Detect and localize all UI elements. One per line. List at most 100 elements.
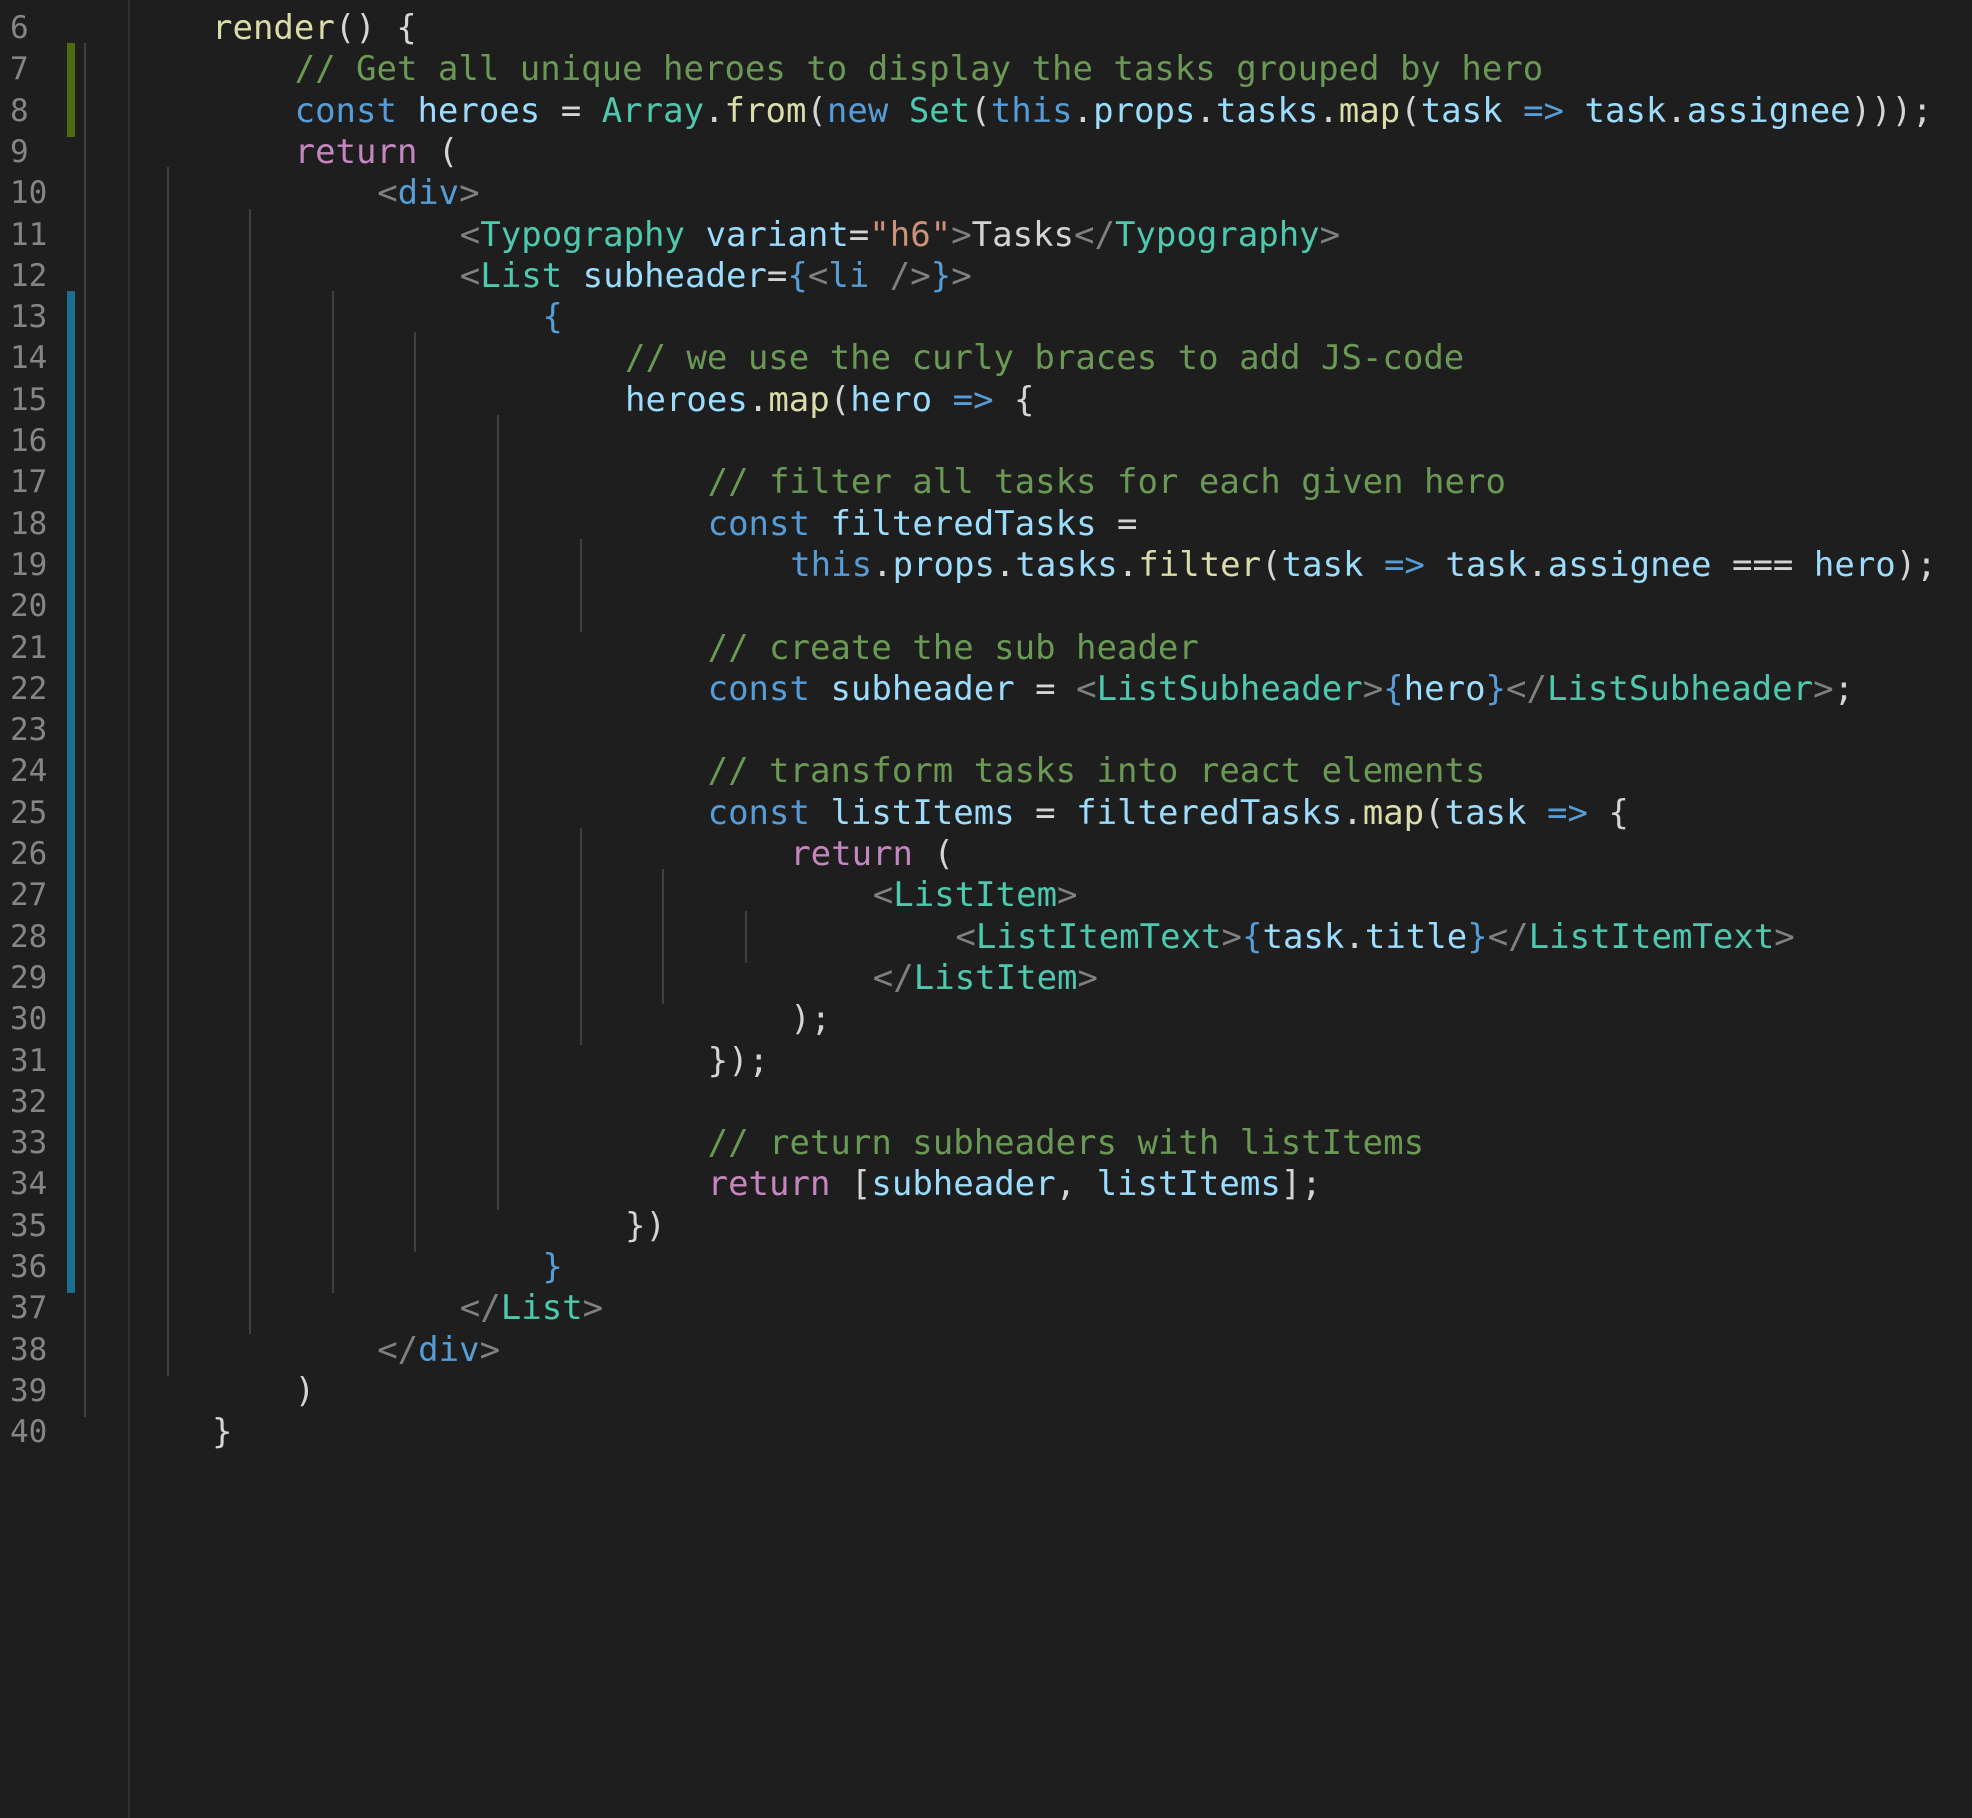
code-token: . <box>994 544 1016 585</box>
code-token: [ <box>830 1164 872 1205</box>
code-token: const <box>707 503 810 544</box>
code-token: variant <box>705 214 849 255</box>
code-token: div <box>418 1329 480 1370</box>
code-token: ( <box>1400 90 1421 131</box>
code-token: { <box>1242 916 1263 957</box>
gutter-line[interactable]: 40 <box>0 1406 128 1458</box>
code-token: List <box>500 1288 583 1329</box>
code-token: . <box>1666 90 1687 131</box>
code-editor[interactable]: 6 7 8 9 10 11 12 13 14 15 16 17 18 19 20 21 22 23 24 25 26 27… <box>0 0 1972 1818</box>
code-token: task <box>1445 544 1528 585</box>
code-token: => <box>1546 792 1588 833</box>
code-token: > <box>951 255 972 296</box>
code-token: this <box>990 90 1073 131</box>
code-token: task <box>1262 916 1345 957</box>
code-token: hero <box>1813 544 1896 585</box>
code-token: Typography <box>1114 214 1320 255</box>
code-token: . <box>1527 544 1548 585</box>
code-token: ]; <box>1280 1164 1322 1205</box>
code-token: task <box>1281 544 1364 585</box>
code-token: ( <box>970 90 991 131</box>
code-token: }); <box>707 1040 770 1081</box>
code-token: > <box>459 173 480 214</box>
code-token: () { <box>334 8 417 48</box>
code-token: } <box>212 1412 233 1453</box>
code-token: filteredTasks <box>830 503 1097 544</box>
code-token: // return subheaders with listItems <box>707 1123 1425 1164</box>
code-text: } <box>212 1406 232 1458</box>
code-token: => <box>1523 90 1565 131</box>
code-token: ( <box>1261 544 1282 585</box>
code-token: subheader <box>582 255 767 296</box>
code-token: div <box>397 173 460 214</box>
code-token: // Get all unique heroes to display the … <box>294 49 1544 90</box>
code-token: hero <box>850 379 933 420</box>
code-token: = <box>540 90 602 131</box>
code-token: > <box>1319 214 1341 255</box>
code-token: ) <box>294 1370 316 1411</box>
code-token: ); <box>1895 544 1937 585</box>
code-token: map <box>1338 90 1401 131</box>
code-token: return <box>294 131 418 172</box>
code-token: // we use the curly braces to add JS-cod… <box>625 338 1465 379</box>
code-token: < <box>459 255 481 296</box>
code-token: heroes <box>417 90 541 131</box>
code-token: // transform tasks into react elements <box>707 751 1486 792</box>
code-token: > <box>479 1329 501 1370</box>
code-token: < <box>807 255 829 296</box>
code-token: . <box>1344 916 1365 957</box>
code-token: . <box>1117 544 1139 585</box>
code-token: = <box>1096 503 1138 544</box>
indent-guide <box>84 1364 86 1417</box>
code-token: => <box>952 379 994 420</box>
code-token: from <box>724 90 807 131</box>
code-token: ( <box>417 131 459 172</box>
code-token: Typography <box>480 214 685 255</box>
code-token: this <box>790 544 873 585</box>
code-token: ); <box>790 999 832 1040</box>
code-token: ; <box>1833 668 1855 709</box>
code-token: assignee <box>1547 544 1712 585</box>
line-number: 40 <box>10 1414 48 1451</box>
code-token: { <box>993 379 1035 420</box>
code-token: Set <box>908 90 971 131</box>
code-token: ))); <box>1850 90 1933 131</box>
code-token: ( <box>913 834 954 874</box>
code-token: assignee <box>1686 90 1851 131</box>
code-token: ListItem <box>893 875 1058 916</box>
code-token: ListItem <box>913 957 1078 998</box>
code-token: > <box>1221 916 1242 957</box>
code-token: ListItemText <box>975 916 1222 957</box>
code-line[interactable]: } <box>130 1406 1972 1458</box>
code-token: } <box>542 1247 563 1287</box>
code-token: , <box>1055 1164 1097 1205</box>
code-token: . <box>1318 90 1339 131</box>
code-token: listItems <box>1096 1164 1281 1205</box>
code-token: { <box>787 255 808 296</box>
code-token: < <box>955 916 976 957</box>
code-token: new <box>826 90 889 131</box>
code-token: }) <box>625 1205 666 1246</box>
code-token: hero <box>1403 668 1486 709</box>
line-number-gutter[interactable]: 6 7 8 9 10 11 12 13 14 15 16 17 18 19 20 21 22 23 24 25 26 27… <box>0 0 128 1818</box>
code-token: filteredTasks <box>1076 792 1343 833</box>
code-token: < <box>872 875 894 916</box>
code-token: . <box>1072 90 1094 131</box>
code-token: render <box>212 8 335 48</box>
code-token: task <box>1420 90 1503 131</box>
code-token: > <box>1362 668 1384 709</box>
code-token: } <box>1485 668 1507 709</box>
code-token: return <box>790 834 914 874</box>
code-token: ListItemText <box>1528 916 1775 957</box>
code-token: ListSubheader <box>1096 668 1363 709</box>
